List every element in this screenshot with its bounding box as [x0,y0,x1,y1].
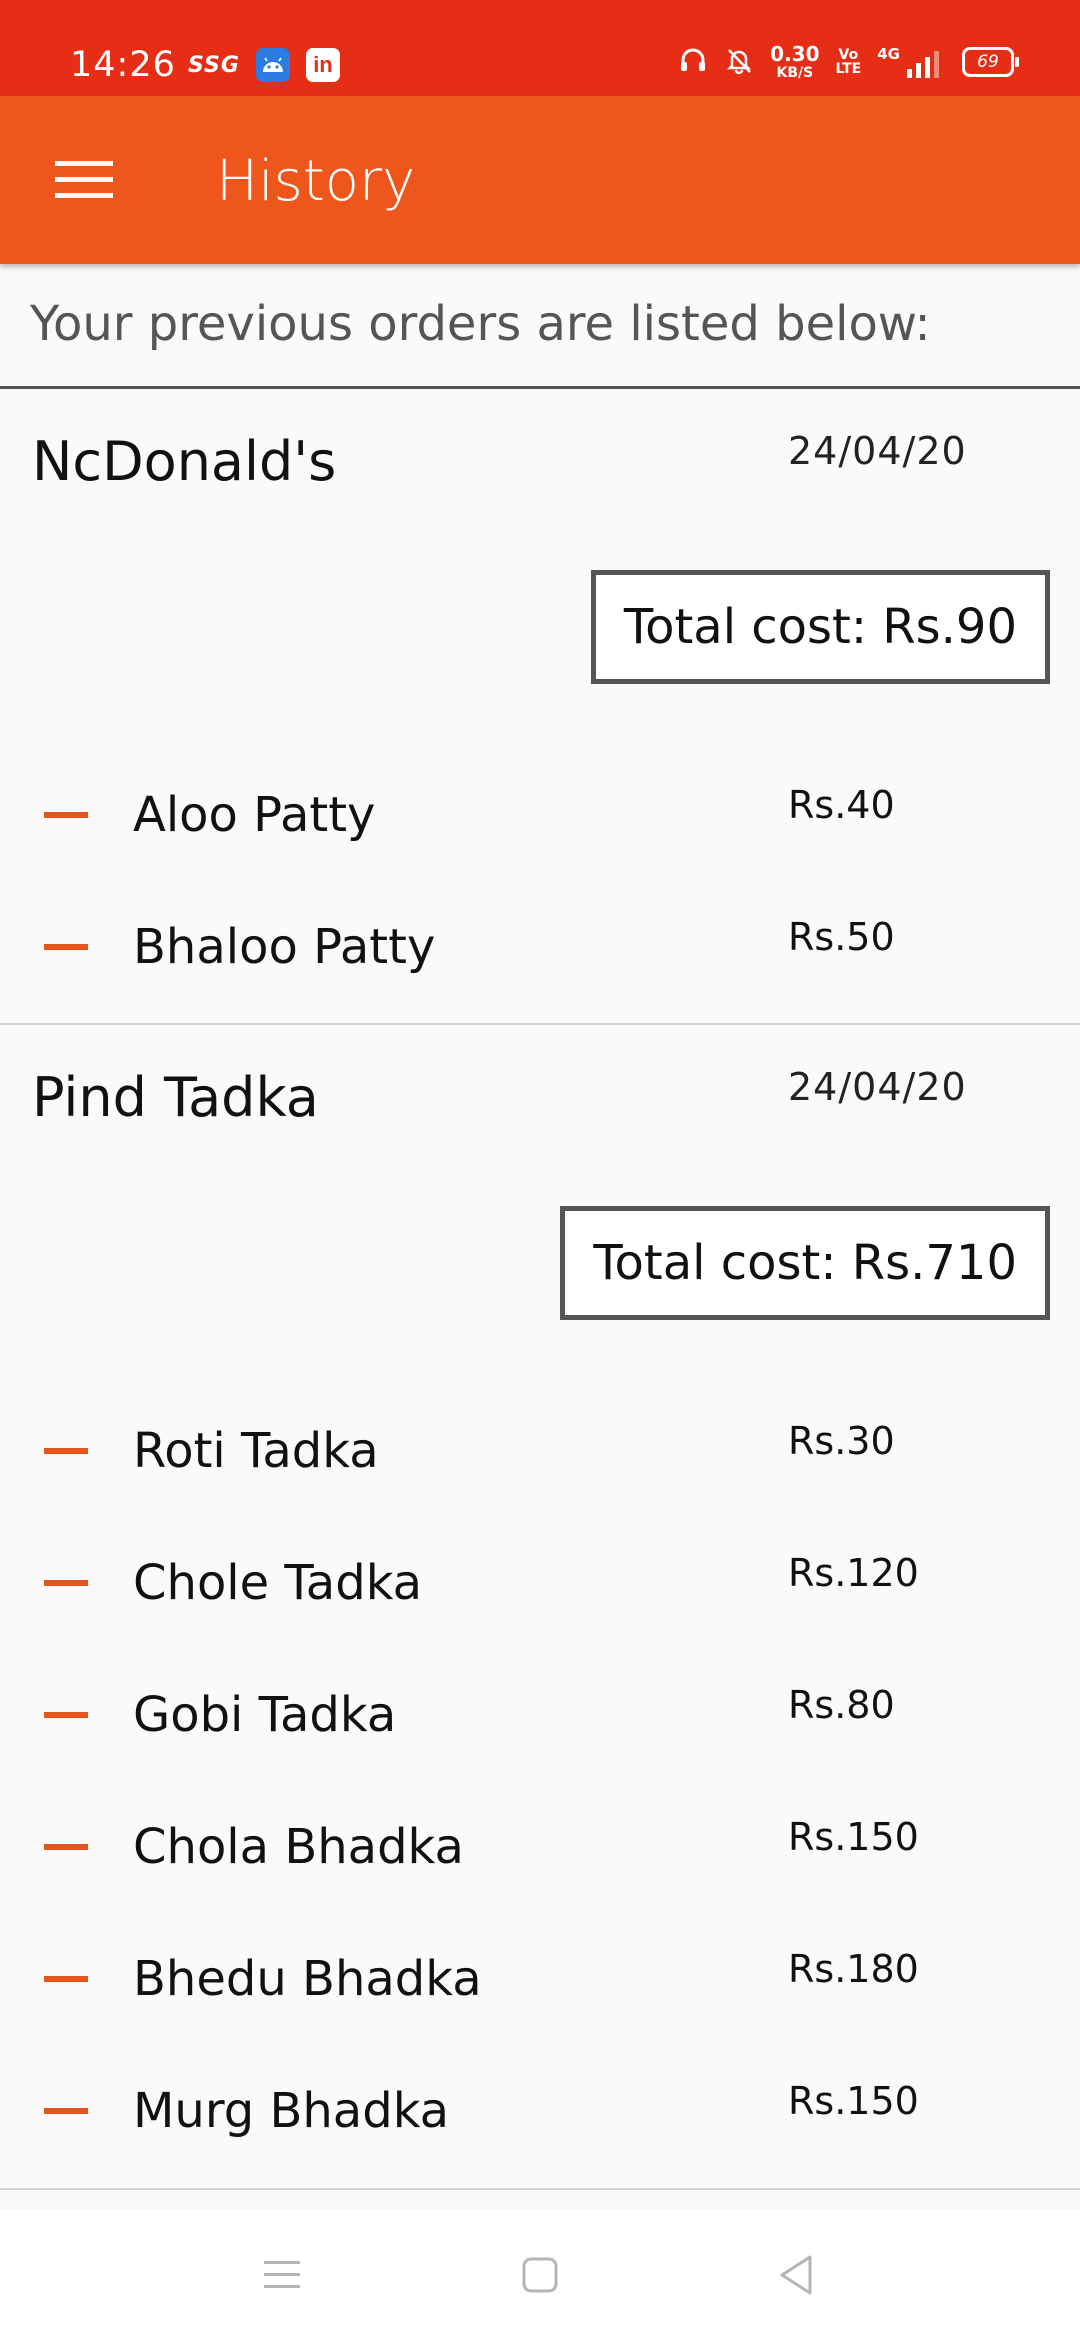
hamburger-menu-icon [55,161,113,198]
item-price: Rs.80 [788,1683,895,1727]
dash-icon [44,1580,88,1586]
recents-button[interactable] [242,2240,322,2310]
net-speed: 0.30 KB/S [770,44,819,80]
item-name: Chola Bhadka [133,1819,464,1875]
dash-icon [44,944,88,950]
item-name: Bhedu Bhadka [133,1951,482,2007]
app-bar: History [0,96,1080,264]
net-speed-value: 0.30 [770,42,820,66]
signal-icon: 4G [877,45,946,79]
dash-icon [44,1448,88,1454]
page-title: History [216,149,416,214]
item-price: Rs.150 [788,1815,919,1859]
item-price: Rs.150 [788,2079,919,2123]
system-icons: 0.30 KB/S Vo LTE 4G 69 [678,44,1019,80]
order-item: Chola Bhadka Rs.150 [0,1807,1080,1887]
battery-icon: 69 [962,47,1019,77]
item-price: Rs.180 [788,1947,919,1991]
order-date: 24/04/20 [788,429,967,473]
item-name: Aloo Patty [133,787,376,843]
linkedin-icon: in [305,48,340,82]
item-price: Rs.120 [788,1551,919,1595]
back-icon [780,2255,812,2295]
order-card[interactable]: Pind Tadka 24/04/20 Total cost: Rs.710 R… [0,1025,1080,2185]
intro-text: Your previous orders are listed below: [30,296,931,352]
item-name: Gobi Tadka [133,1687,397,1743]
volte-bottom: LTE [835,61,862,77]
battery-level: 69 [977,52,999,72]
headphones-icon [678,45,708,79]
item-price: Rs.40 [788,783,895,827]
recents-icon [264,2261,300,2288]
menu-button[interactable] [44,140,124,220]
item-name: Roti Tadka [133,1423,379,1479]
order-item: Roti Tadka Rs.30 [0,1411,1080,1491]
order-item: Chole Tadka Rs.120 [0,1543,1080,1623]
item-name: Murg Bhadka [133,2083,450,2139]
home-icon [522,2257,558,2293]
volte-icon: Vo LTE [836,48,862,76]
item-price: Rs.50 [788,915,895,959]
dash-icon [44,1712,88,1718]
dash-icon [44,1844,88,1850]
order-item: Bhaloo Patty Rs.50 [0,907,1080,987]
android-icon [255,48,290,82]
notification-icons: SSG in [188,48,340,82]
system-nav-bar [0,2210,1080,2340]
total-cost-box: Total cost: Rs.710 [560,1206,1050,1320]
total-cost-box: Total cost: Rs.90 [590,570,1050,684]
item-name: Chole Tadka [133,1555,423,1611]
dash-icon [44,812,88,818]
restaurant-name: Pind Tadka [32,1066,319,1129]
ssg-icon: SSG [188,52,240,78]
order-divider [0,2188,1080,2190]
order-item: Aloo Patty Rs.40 [0,775,1080,855]
item-price: Rs.30 [788,1419,895,1463]
order-date: 24/04/20 [788,1065,967,1109]
order-item: Murg Bhadka Rs.150 [0,2071,1080,2151]
back-button[interactable] [756,2240,836,2310]
net-speed-unit: KB/S [776,65,814,81]
status-time: 14:26 [70,45,176,85]
dash-icon [44,2108,88,2114]
status-bar: 14:26 SSG in 0.30 KB/S Vo LTE 4G 69 [0,0,1080,96]
order-card[interactable]: NcDonald's 24/04/20 Total cost: Rs.90 Al… [0,389,1080,1023]
order-item: Gobi Tadka Rs.80 [0,1675,1080,1755]
restaurant-name: NcDonald's [32,430,337,493]
bell-off-icon [724,45,754,79]
dash-icon [44,1976,88,1982]
order-item: Bhedu Bhadka Rs.180 [0,1939,1080,2019]
network-type: 4G [877,45,900,63]
item-name: Bhaloo Patty [133,919,436,975]
home-button[interactable] [500,2240,580,2310]
